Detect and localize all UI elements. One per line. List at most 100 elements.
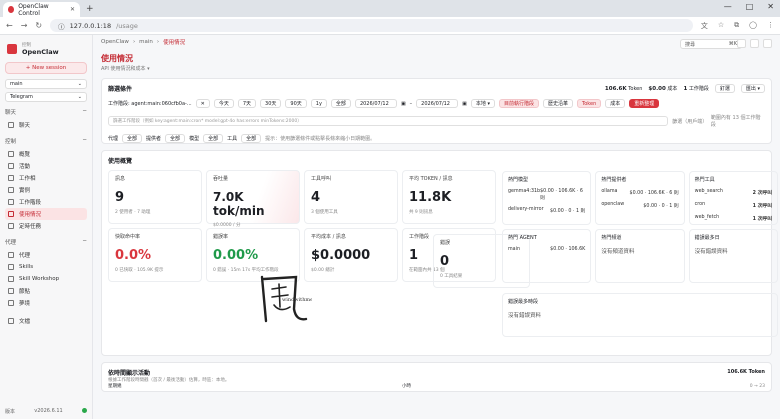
collapse-icon[interactable]: − <box>82 137 87 145</box>
site-info-icon[interactable]: ⓘ <box>58 21 65 31</box>
brand: 控制 OpenClaw <box>7 42 87 56</box>
stat-label: 平均 TOKEN / 訊息 <box>409 176 453 182</box>
facet-provider-label: 提供者 <box>146 136 162 142</box>
export-button[interactable]: 匯出 ▾ <box>740 84 765 93</box>
date-from-input[interactable]: 2026/07/12 <box>354 99 397 108</box>
facet-agent[interactable]: 全部 <box>122 134 143 143</box>
global-search[interactable]: 搜尋 ⌘K <box>680 39 742 49</box>
refresh-button[interactable]: 重新整理 <box>629 99 660 108</box>
section-agent[interactable]: 代理 − <box>5 238 87 246</box>
panel-empty: 沒有錯誤資料 <box>694 249 728 255</box>
metric-token-button[interactable]: Token <box>577 99 602 108</box>
query-input[interactable]: 篩選工作階段（例如 key:agent:main:cron* model:gpt… <box>108 116 669 126</box>
facet-tool[interactable]: 全部 <box>241 134 262 143</box>
filters-card: 篩選條件 106.6K Token $0.00 成本 1 工作階段 釘選 匯出 … <box>101 78 772 144</box>
section-chat[interactable]: 聊天 − <box>5 108 87 116</box>
breadcrumb-item[interactable]: OpenClaw <box>101 39 129 45</box>
stat-label: 工具呼叫 <box>311 176 332 182</box>
sidebar-item-skills[interactable]: Skills <box>5 261 87 273</box>
range-1y[interactable]: 1y <box>310 99 327 108</box>
sidebar-item-instances[interactable]: 實例 <box>5 184 87 196</box>
panel-top-channels: 熱門頻道 沒有頻道資料 <box>595 229 685 283</box>
summary-sessions-label: 工作階段 <box>688 86 709 92</box>
extensions-icon[interactable]: ⧉ <box>734 21 739 31</box>
usage-icon <box>8 211 14 217</box>
collapse-icon[interactable]: − <box>82 238 87 246</box>
section-control[interactable]: 控制 − <box>5 137 87 145</box>
top-panels: 熱門模型 gemma4:31b $0.00 · 106.6K · 6 則 deli… <box>502 171 778 283</box>
range-30d[interactable]: 30天 <box>260 99 282 108</box>
filters-row-1: 工作階段: agent:main:060cfb0a-... ✕ 今天 7天 30… <box>108 99 765 108</box>
stat-value: 7.0K tok/min <box>213 190 265 218</box>
sidebar-item-workspace[interactable]: 工作相 <box>5 172 87 184</box>
profile-icon[interactable]: ◯ <box>749 21 757 31</box>
status-dot-icon <box>81 408 87 413</box>
translate-icon[interactable]: 文 <box>701 21 708 31</box>
sidebar-item-skill-workshop[interactable]: Skill Workshop <box>5 273 87 285</box>
forward-icon[interactable]: → <box>21 21 28 30</box>
sidebar-item-nodes[interactable]: 節點 <box>5 285 87 297</box>
back-icon[interactable]: ← <box>6 21 13 30</box>
close-window-button[interactable]: ✕ <box>767 2 774 11</box>
settings-icon[interactable] <box>750 39 759 48</box>
range-today[interactable]: 今天 <box>213 99 234 108</box>
chat-icon <box>8 122 14 128</box>
sidebar-item-agents[interactable]: 代理 <box>5 249 87 261</box>
reload-icon[interactable]: ↻ <box>35 21 42 30</box>
breadcrumb-item[interactable]: main <box>139 39 153 45</box>
facet-model[interactable]: 全部 <box>203 134 224 143</box>
filters-row-2: 篩選工作階段（例如 key:agent:main:cron* model:gpt… <box>108 114 765 128</box>
sidebar-item-docs[interactable]: 文檔 <box>5 315 87 327</box>
maximize-button[interactable]: □ <box>746 2 754 11</box>
collapse-icon[interactable]: − <box>82 108 87 116</box>
range-7d[interactable]: 7天 <box>237 99 257 108</box>
sidebar-item-overview[interactable]: 概覽 <box>5 148 87 160</box>
stat-note: 共 9 則訊息 <box>409 210 433 215</box>
mode-current-button[interactable]: 目前執行階段 <box>499 99 540 108</box>
new-session-button[interactable]: + New session <box>5 62 87 74</box>
agent-select[interactable]: main ⌄ <box>5 79 87 89</box>
instances-icon <box>8 187 14 193</box>
skills-icon <box>8 264 14 270</box>
date-to-input[interactable]: 2026/07/12 <box>416 99 459 108</box>
browser-tab[interactable]: OpenClaw Control ✕ <box>3 2 80 17</box>
pin-button[interactable]: 釘選 <box>714 84 735 93</box>
panel-row: web_fetch 1 次呼叫 <box>695 215 772 222</box>
sidebar-item-dreams[interactable]: 夢境 <box>5 297 87 309</box>
star-icon[interactable]: ☆ <box>718 21 724 31</box>
close-tab-icon[interactable]: ✕ <box>70 6 75 13</box>
activity-subtitle: 根據工作階段時間戳（首次 / 最後活動）估算，時區：本地。 <box>108 378 230 383</box>
app-root: 控制 OpenClaw + New session main ⌄ Telegram… <box>0 35 780 419</box>
stat-value: 0.00% <box>213 248 259 263</box>
range-all[interactable]: 全部 <box>330 99 351 108</box>
menu-icon[interactable]: ⋮ <box>767 21 774 31</box>
metric-cost-button[interactable]: 成本 <box>605 99 626 108</box>
mode-history-button[interactable]: 歷史沿革 <box>543 99 574 108</box>
calendar-icon[interactable]: ▣ <box>401 101 406 107</box>
sidebar-item-label: 代理 <box>19 253 31 259</box>
timezone-select[interactable]: 本地 ▾ <box>470 99 496 108</box>
sidebar-item-activity[interactable]: 活動 <box>5 160 87 172</box>
panel-top-models: 熱門模型 gemma4:31b $0.00 · 106.6K · 6 則 deli… <box>502 171 592 225</box>
facet-provider[interactable]: 全部 <box>165 134 186 143</box>
sidebar-item-sessions[interactable]: 工作階段 <box>5 196 87 208</box>
nodes-icon <box>8 288 14 294</box>
sidebar-item-usage[interactable]: 使用情況 <box>5 208 87 220</box>
theme-icon[interactable] <box>763 39 772 48</box>
calendar-icon[interactable]: ▣ <box>462 101 467 107</box>
row-key: ollama <box>601 189 618 194</box>
stat-tool-calls: 工具呼叫 4 3 個使用工具 <box>304 170 398 224</box>
address-bar[interactable]: ⓘ 127.0.0.1:18 /usage <box>50 19 693 32</box>
channel-select[interactable]: Telegram ⌄ <box>5 92 87 102</box>
alert-icon[interactable] <box>737 39 746 48</box>
version-value: v2026.6.11 <box>34 408 63 414</box>
minimize-button[interactable]: — <box>724 2 732 11</box>
query-mode[interactable]: 篩選（用戶端） <box>672 118 707 125</box>
sidebar-item-chat[interactable]: 聊天 <box>5 119 87 131</box>
range-90d[interactable]: 90天 <box>285 99 307 108</box>
sidebar-item-cron[interactable]: 定時任務 <box>5 220 87 232</box>
clear-session-button[interactable]: ✕ <box>195 99 210 108</box>
new-tab-button[interactable]: + <box>86 4 94 14</box>
page-subtitle[interactable]: API 使用情況和成本 ▾ <box>101 65 772 72</box>
channel-select-value: Telegram <box>10 94 33 100</box>
